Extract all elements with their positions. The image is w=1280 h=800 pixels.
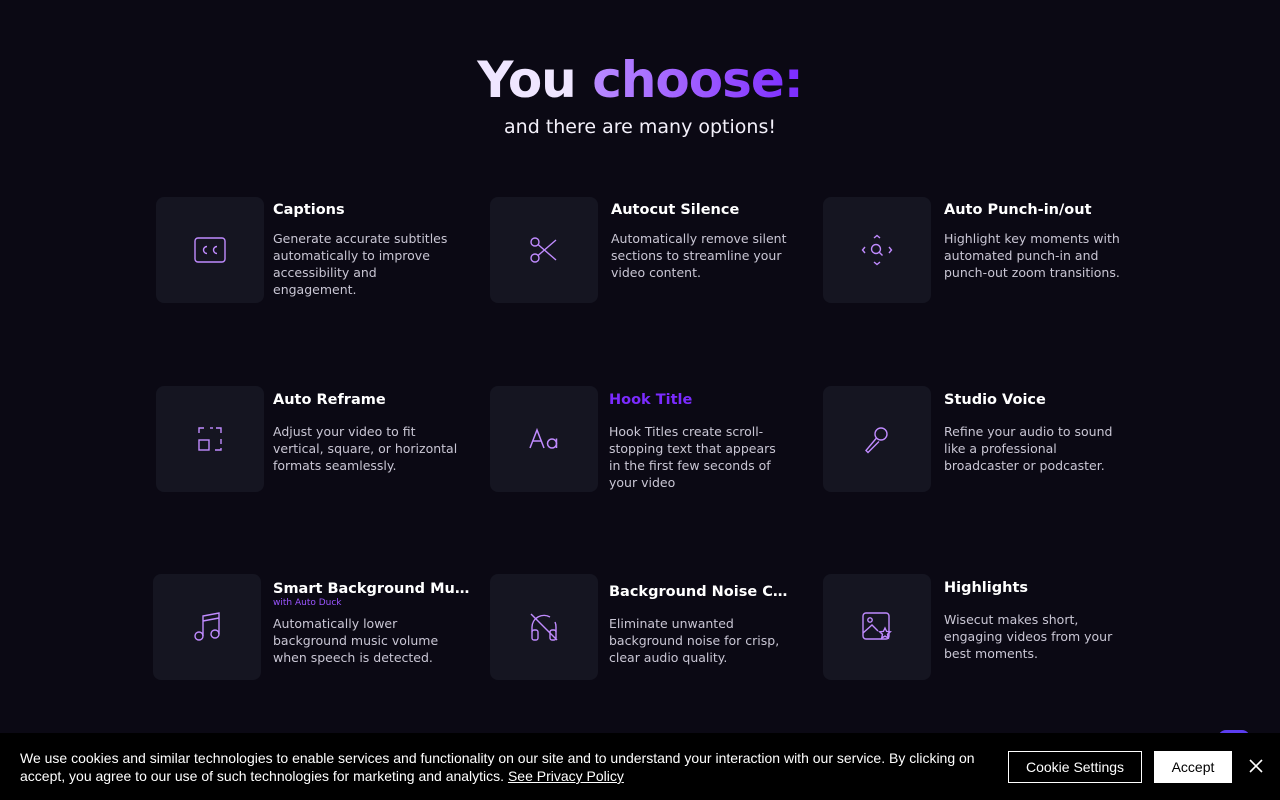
feature-title: Captions <box>273 202 345 218</box>
feature-tile[interactable] <box>823 197 931 303</box>
headphones-off-icon <box>530 613 558 641</box>
feature-tile[interactable] <box>156 197 264 303</box>
hero-subtitle: and there are many options! <box>504 116 776 138</box>
hero-title-part2: choose: <box>592 51 804 109</box>
cookie-text: We use cookies and similar technologies … <box>20 749 980 785</box>
feature-tile[interactable] <box>156 386 264 492</box>
accept-button[interactable]: Accept <box>1154 751 1232 783</box>
feature-description: Automatically lower background music vol… <box>273 616 439 665</box>
privacy-policy-link[interactable]: See Privacy Policy <box>508 768 624 784</box>
feature-description: Highlight key moments with automated pun… <box>944 231 1120 280</box>
feature-tile[interactable] <box>823 574 931 680</box>
scissors-icon <box>530 237 557 263</box>
text-aa-icon <box>529 427 558 449</box>
feature-tile[interactable] <box>823 386 931 492</box>
feature-title: Autocut Silence <box>611 202 740 218</box>
feature-title: Auto Reframe <box>273 392 386 408</box>
feature-title: Background Noise Canc... <box>609 584 795 600</box>
cookie-message: We use cookies and similar technologies … <box>20 750 975 784</box>
feature-tile[interactable] <box>490 197 598 303</box>
feature-tile[interactable] <box>490 574 598 680</box>
feature-description: Refine your audio to sound like a profes… <box>944 424 1113 473</box>
music-note-icon <box>194 612 220 641</box>
feature-description: Hook Titles create scroll-stopping text … <box>609 424 776 490</box>
feature-tile[interactable] <box>153 574 261 680</box>
feature-tag: with Auto Duck <box>273 598 342 608</box>
close-icon[interactable] <box>1247 757 1265 775</box>
feature-title: Highlights <box>944 580 1029 596</box>
feature-title: Hook Title <box>609 392 693 408</box>
feature-title: Auto Punch-in/out <box>944 202 1092 218</box>
feature-title: Smart Background Music <box>273 581 473 597</box>
microphone-icon <box>865 427 888 454</box>
hero-title-part1: You <box>477 51 593 109</box>
feature-description: Automatically remove silent sections to … <box>611 231 787 280</box>
feature-description: Eliminate unwanted background noise for … <box>609 616 780 665</box>
feature-tile[interactable] <box>490 386 598 492</box>
zoom-focus-icon <box>861 234 893 266</box>
feature-description: Adjust your video to fit vertical, squar… <box>273 424 458 473</box>
cookie-settings-button[interactable]: Cookie Settings <box>1008 751 1142 783</box>
cookie-banner: We use cookies and similar technologies … <box>0 733 1280 800</box>
image-star-icon <box>862 612 892 640</box>
hero-title: You choose: <box>0 50 1280 110</box>
feature-description: Generate accurate subtitles automaticall… <box>273 231 448 297</box>
reframe-icon <box>198 427 222 451</box>
feature-title: Studio Voice <box>944 392 1046 408</box>
feature-description: Wisecut makes short, engaging videos fro… <box>944 612 1113 661</box>
closed-captions-icon <box>194 237 226 263</box>
